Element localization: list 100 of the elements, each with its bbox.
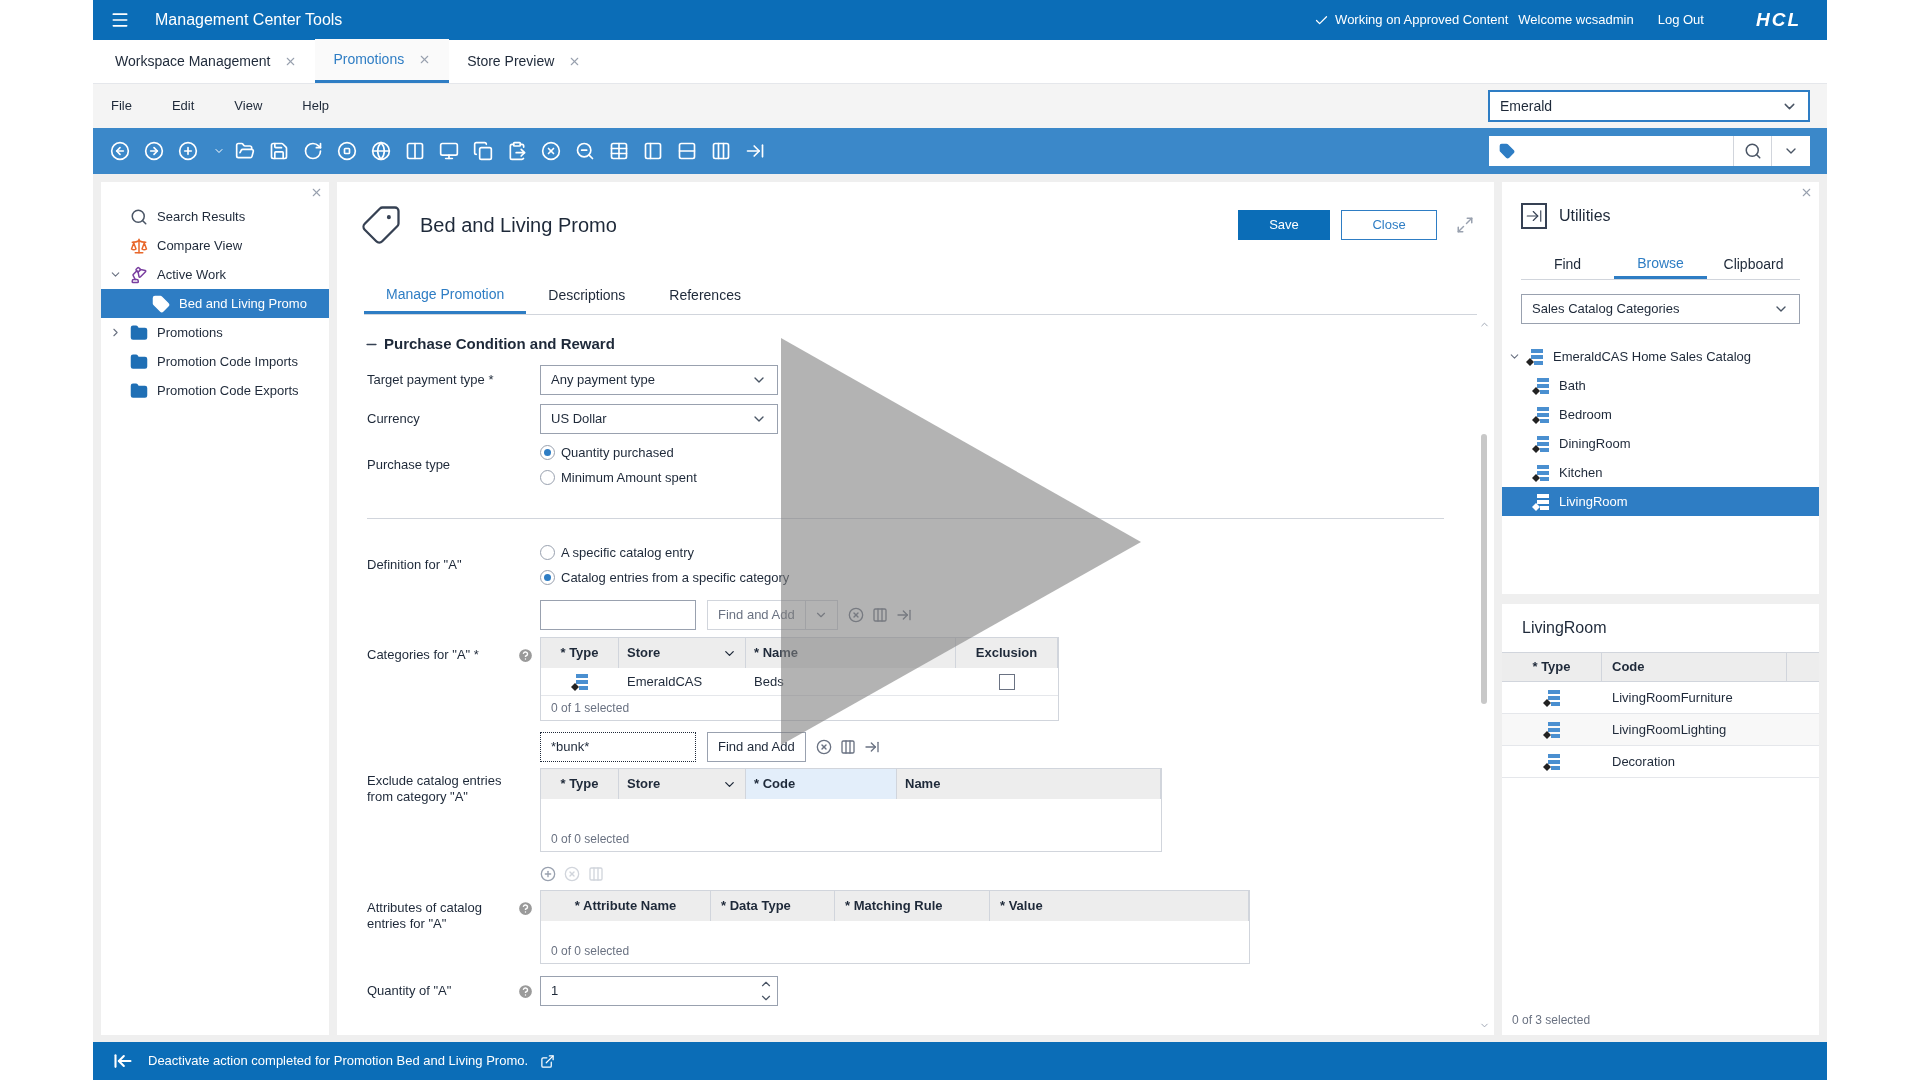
field-label: Exclude catalog entries from category "A" [367,773,503,805]
tree-item[interactable]: Kitchen [1502,458,1819,487]
panel-icon[interactable] [643,141,663,161]
open-icon[interactable] [540,1053,556,1069]
column-header[interactable]: * Type [1502,653,1602,681]
sidebar-item[interactable]: Bed and Living Promo [101,289,329,318]
save-button[interactable]: Save [1238,209,1330,240]
stop-icon[interactable] [337,141,357,161]
tree-item[interactable]: DiningRoom [1502,429,1819,458]
tab[interactable]: References [647,277,763,314]
tag-icon [1499,143,1515,159]
help-icon[interactable] [517,982,534,1000]
tab[interactable]: Promotions [315,39,450,83]
radio-button[interactable] [540,445,555,460]
catalog-select[interactable]: Sales Catalog Categories [1521,294,1800,324]
column-header[interactable]: * Name [746,638,956,668]
menu-item[interactable]: Help [302,96,330,116]
radio-button[interactable] [540,570,555,585]
globe-icon[interactable] [371,141,391,161]
remove-icon[interactable] [815,739,832,755]
sidebar-item[interactable]: Search Results [101,202,329,231]
help-icon[interactable] [517,647,534,664]
zoom-icon[interactable] [575,141,595,161]
tab[interactable]: Clipboard [1707,250,1800,279]
payment-select[interactable]: Any payment type [540,365,778,395]
forward-icon[interactable] [144,141,164,161]
radio-button[interactable] [540,470,555,485]
tree-item[interactable]: Bedroom [1502,400,1819,429]
tab[interactable]: Descriptions [526,277,648,314]
status-text: Working on Approved Content [1335,11,1509,30]
currency-select[interactable]: US Dollar [540,404,778,434]
tab[interactable]: Manage Promotion [364,277,527,314]
column-header[interactable]: Name [897,769,1161,799]
close-icon[interactable] [310,186,323,199]
search-icon [130,207,148,226]
column-header[interactable]: Store [619,638,746,668]
add-icon[interactable] [540,866,556,882]
column-header[interactable]: * Data Type [711,891,835,921]
menu-item[interactable]: File [111,96,132,116]
panel-icon[interactable] [895,607,912,623]
find-and-add-button[interactable]: Find and Add [707,732,806,762]
category-icon [1542,719,1562,740]
tree-item[interactable]: Bath [1502,371,1819,400]
copy-icon[interactable] [473,141,493,161]
radio-button[interactable] [540,545,555,560]
editor-title: Bed and Living Promo [420,212,617,238]
column-header[interactable]: * Attribute Name [541,891,711,921]
back-icon[interactable] [110,141,130,161]
tab[interactable]: Browse [1614,250,1707,279]
column-header[interactable]: * Type [541,638,619,668]
utilities-icon[interactable] [745,141,765,161]
menu-item[interactable]: View [234,96,263,116]
field-label: Target payment type * [367,372,495,388]
tree-item[interactable]: EmeraldCAS Home Sales Catalog [1502,342,1819,371]
quantity-field[interactable]: 1 [540,976,778,1006]
store-select[interactable]: Emerald [1488,90,1810,122]
panel-icon[interactable] [863,739,880,755]
search-field[interactable] [540,600,696,630]
column-header[interactable]: Exclusion [956,638,1058,668]
rows-icon[interactable] [677,141,697,161]
paste-icon[interactable] [507,141,527,161]
checkbox[interactable] [999,673,1015,690]
logout-link[interactable]: Log Out [1657,10,1704,30]
sidebar-item[interactable]: Active Work [101,260,329,289]
columns-icon[interactable] [839,739,856,755]
folder-icon [130,381,148,400]
close-icon[interactable] [1800,186,1813,199]
split-icon[interactable] [711,141,731,161]
tab[interactable]: Find [1521,250,1614,279]
columns-icon[interactable] [871,607,888,623]
close-button[interactable]: Close [1341,209,1437,240]
menu-icon[interactable] [110,10,130,30]
monitor-icon[interactable] [439,141,459,161]
folder-icon[interactable] [235,141,255,161]
column-header[interactable]: * Code [746,769,897,799]
tab[interactable]: Store Preview [449,39,600,83]
menu-item[interactable]: Edit [171,96,195,116]
column-header[interactable]: * Matching Rule [835,891,990,921]
table-icon[interactable] [609,141,629,161]
utilities-icon [1521,203,1547,229]
sidebar-item[interactable]: Compare View [101,231,329,260]
selection-count: 0 of 3 selected [1511,1012,1592,1029]
tab[interactable]: Workspace Management [97,39,316,83]
remove-icon[interactable] [847,607,864,623]
help-icon[interactable] [517,900,534,917]
search-field[interactable]: *bunk* [540,732,696,762]
sidebar-item[interactable]: Promotions [101,318,329,347]
column-header[interactable]: * Type [541,769,619,799]
sidebar-item[interactable]: Promotion Code Exports [101,376,329,405]
app-title: Management Center Tools [155,10,343,30]
save-icon[interactable] [269,141,289,161]
sidebar-item[interactable]: Promotion Code Imports [101,347,329,376]
delete-icon[interactable] [541,141,561,161]
column-header[interactable]: * Value [990,891,1249,921]
category-icon [1531,404,1551,425]
expand-icon[interactable] [1456,215,1474,234]
refresh-icon[interactable] [303,141,323,161]
table-cell-text: Decoration [1611,752,1676,771]
tree-item[interactable]: LivingRoom [1502,487,1819,516]
column-header[interactable]: Code [1602,653,1787,681]
